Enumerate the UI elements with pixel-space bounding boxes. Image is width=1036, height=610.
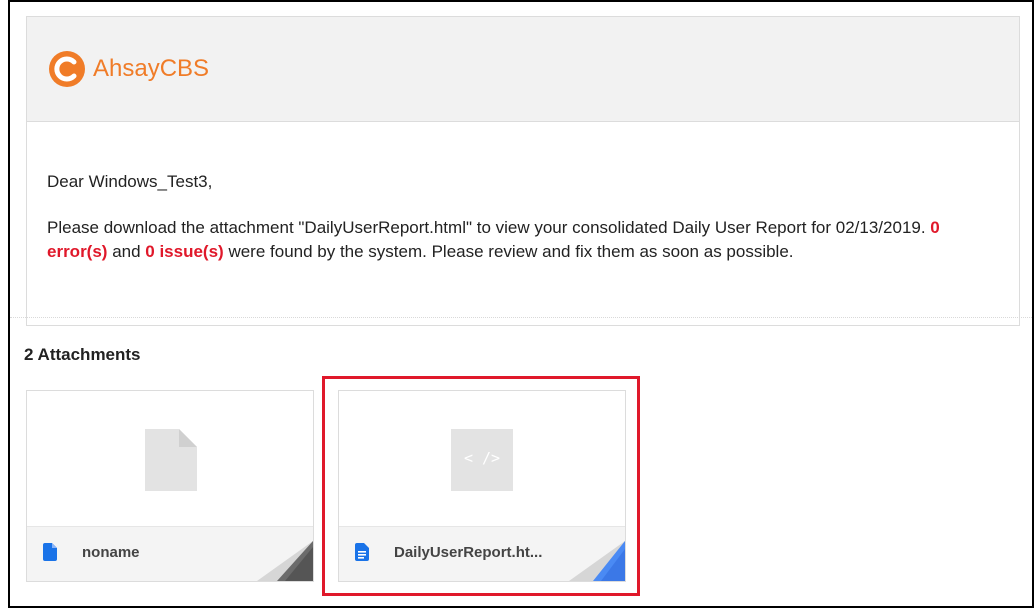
message-text: were found by the system. Please review … [223,242,794,261]
file-icon [43,543,57,561]
attachment-preview [27,391,313,527]
greeting: Dear Windows_Test3, [47,172,213,191]
attachment-name: noname [82,544,140,561]
attachments-title: 2 Attachments [24,345,141,364]
message-text: and [107,242,146,261]
ahsay-logo-icon [49,51,85,87]
email-content: AhsayCBS Dear Windows_Test3, Please down… [26,16,1020,326]
highlight-box [322,376,640,596]
attachment-card-noname[interactable]: noname [26,390,314,582]
message: Please download the attachment "DailyUse… [47,216,987,264]
attachment-footer: noname [27,526,313,581]
issue-count: 0 issue(s) [145,242,224,261]
divider [10,317,1032,318]
email-header: AhsayCBS [27,17,1019,122]
message-text: Please download the attachment "DailyUse… [47,218,931,237]
brand-name: AhsayCBS [93,55,210,82]
email-body: Dear Windows_Test3, Please download the … [27,122,1019,264]
corner-fold-icon [257,541,313,581]
generic-file-icon [145,429,197,491]
